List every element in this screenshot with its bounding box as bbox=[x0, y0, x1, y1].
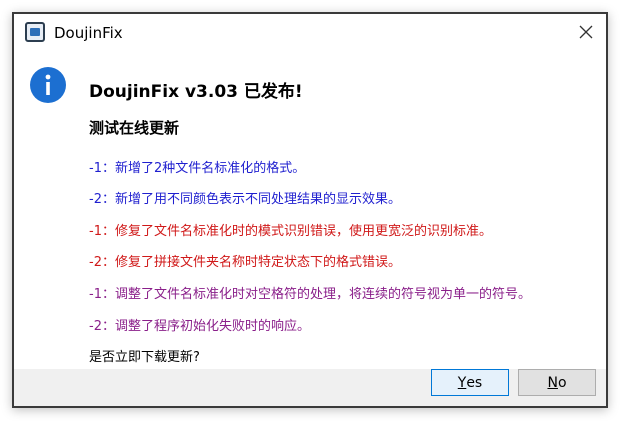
yes-label: es bbox=[466, 374, 483, 391]
info-icon bbox=[30, 67, 66, 103]
dialog-subheading: 测试在线更新 bbox=[89, 119, 180, 137]
dialog-heading: DoujinFix v3.03 已发布! bbox=[89, 82, 303, 102]
no-label: o bbox=[557, 374, 567, 391]
changelog-item: -1：修复了文件名标准化时的模式识别错误，使用更宽泛的识别标准。 bbox=[89, 224, 492, 239]
no-button[interactable]: No bbox=[518, 369, 596, 396]
close-icon bbox=[579, 25, 593, 39]
changelog-item: -2：新增了用不同颜色表示不同处理结果的显示效果。 bbox=[89, 192, 401, 207]
dialog-window: DoujinFix DoujinFix v3.03 已发布! 测试在线更新 -1… bbox=[12, 12, 608, 408]
changelog-item: -1：调整了文件名标准化时对空格符的处理，将连续的符号视为单一的符号。 bbox=[89, 287, 531, 302]
changelog-item: -2：修复了拼接文件夹名称时特定状态下的格式错误。 bbox=[89, 255, 401, 270]
download-prompt: 是否立即下载更新? bbox=[89, 350, 200, 365]
app-icon bbox=[25, 22, 45, 42]
yes-button[interactable]: Yes bbox=[431, 369, 509, 396]
changelog-item: -1：新增了2种文件名标准化的格式。 bbox=[89, 161, 306, 176]
window-title: DoujinFix bbox=[54, 24, 123, 42]
yes-mnemonic: Y bbox=[457, 374, 467, 391]
close-button[interactable] bbox=[576, 22, 596, 42]
button-bar: Yes No bbox=[14, 369, 606, 406]
message-area: DoujinFix v3.03 已发布! 测试在线更新 -1：新增了2种文件名标… bbox=[14, 52, 606, 369]
title-bar: DoujinFix bbox=[14, 14, 606, 52]
changelog-item: -2：调整了程序初始化失败时的响应。 bbox=[89, 319, 310, 334]
no-mnemonic: N bbox=[547, 374, 558, 391]
